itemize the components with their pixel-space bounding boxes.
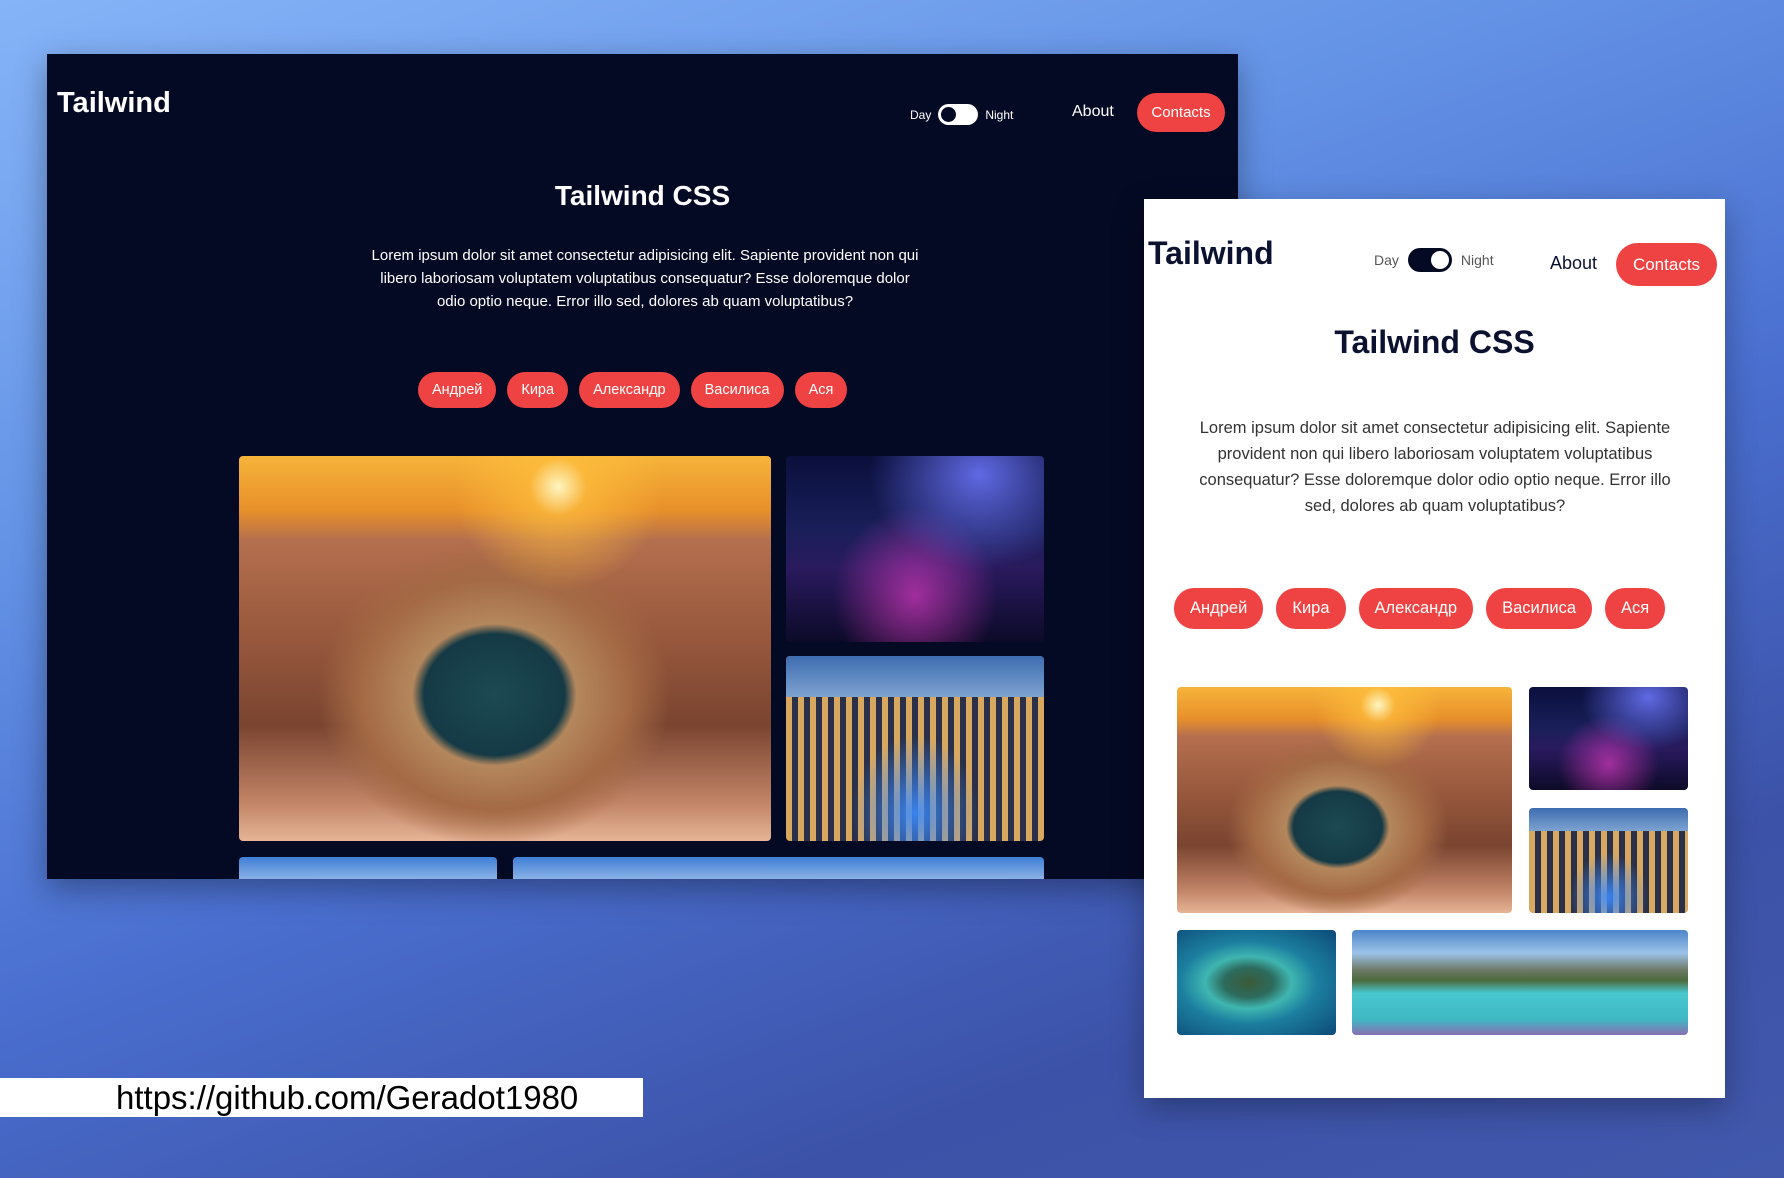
chip-aleksandr[interactable]: Александр xyxy=(579,372,680,408)
night-label: Night xyxy=(985,107,1014,122)
nav-about-link[interactable]: About xyxy=(1550,253,1597,274)
nav-about-link[interactable]: About xyxy=(1072,103,1114,121)
page-description: Lorem ipsum dolor sit amet consectetur a… xyxy=(1199,419,1671,515)
toggle-knob xyxy=(941,107,957,122)
dark-theme-window: Tailwind Day Night About Contacts Tailwi… xyxy=(47,54,1238,879)
gallery-photo-lake xyxy=(513,857,1044,879)
gallery-photo-canyon xyxy=(1177,687,1512,913)
showcase-background: { "dark_window": { "logo": "Tailwind", "… xyxy=(0,0,1784,1178)
chip-asya[interactable]: Ася xyxy=(1605,588,1666,629)
name-chips: Андрей Кира Александр Василиса Ася xyxy=(418,372,848,408)
gallery-photo-marina xyxy=(786,656,1044,841)
chip-andrey[interactable]: Андрей xyxy=(418,372,497,408)
day-label: Day xyxy=(1374,252,1399,268)
gallery-photo-night-city xyxy=(1529,687,1688,790)
chip-kira[interactable]: Кира xyxy=(1276,588,1346,629)
github-url-link[interactable]: https://github.com/Geradot1980 xyxy=(116,1078,578,1117)
chip-andrey[interactable]: Андрей xyxy=(1174,588,1264,629)
chip-asya[interactable]: Ася xyxy=(794,372,848,408)
gallery-photo-canyon xyxy=(239,456,771,841)
site-logo[interactable]: Tailwind xyxy=(57,87,171,120)
chip-vasilisa[interactable]: Василиса xyxy=(1486,588,1592,629)
contacts-button[interactable]: Contacts xyxy=(1137,93,1225,132)
chip-kira[interactable]: Кира xyxy=(507,372,569,408)
gallery-photo-island xyxy=(239,857,497,879)
theme-toggle-switch[interactable] xyxy=(938,104,979,125)
day-label: Day xyxy=(910,107,932,122)
light-theme-window: Tailwind Day Night About Contacts Tailwi… xyxy=(1144,199,1725,1098)
contacts-button[interactable]: Contacts xyxy=(1616,243,1717,286)
theme-toggle-group: Day Night xyxy=(910,104,1013,125)
chip-aleksandr[interactable]: Александр xyxy=(1358,588,1474,629)
gallery-photo-lake xyxy=(1352,930,1688,1035)
night-label: Night xyxy=(1460,252,1494,268)
page-description: Lorem ipsum dolor sit amet consectetur a… xyxy=(371,247,919,310)
toggle-knob xyxy=(1430,251,1449,269)
theme-toggle-switch[interactable] xyxy=(1407,248,1452,272)
gallery-photo-island xyxy=(1177,930,1336,1035)
page-title: Tailwind CSS xyxy=(554,180,731,211)
gallery-photo-marina xyxy=(1529,808,1688,913)
theme-toggle-group: Day Night xyxy=(1374,248,1494,272)
name-chips: Андрей Кира Александр Василиса Ася xyxy=(1174,588,1666,629)
page-title: Tailwind CSS xyxy=(1334,324,1535,360)
url-caption-bar: https://github.com/Geradot1980 xyxy=(0,1078,643,1117)
gallery-photo-night-city xyxy=(786,456,1044,642)
chip-vasilisa[interactable]: Василиса xyxy=(690,372,784,408)
site-logo[interactable]: Tailwind xyxy=(1148,235,1274,272)
